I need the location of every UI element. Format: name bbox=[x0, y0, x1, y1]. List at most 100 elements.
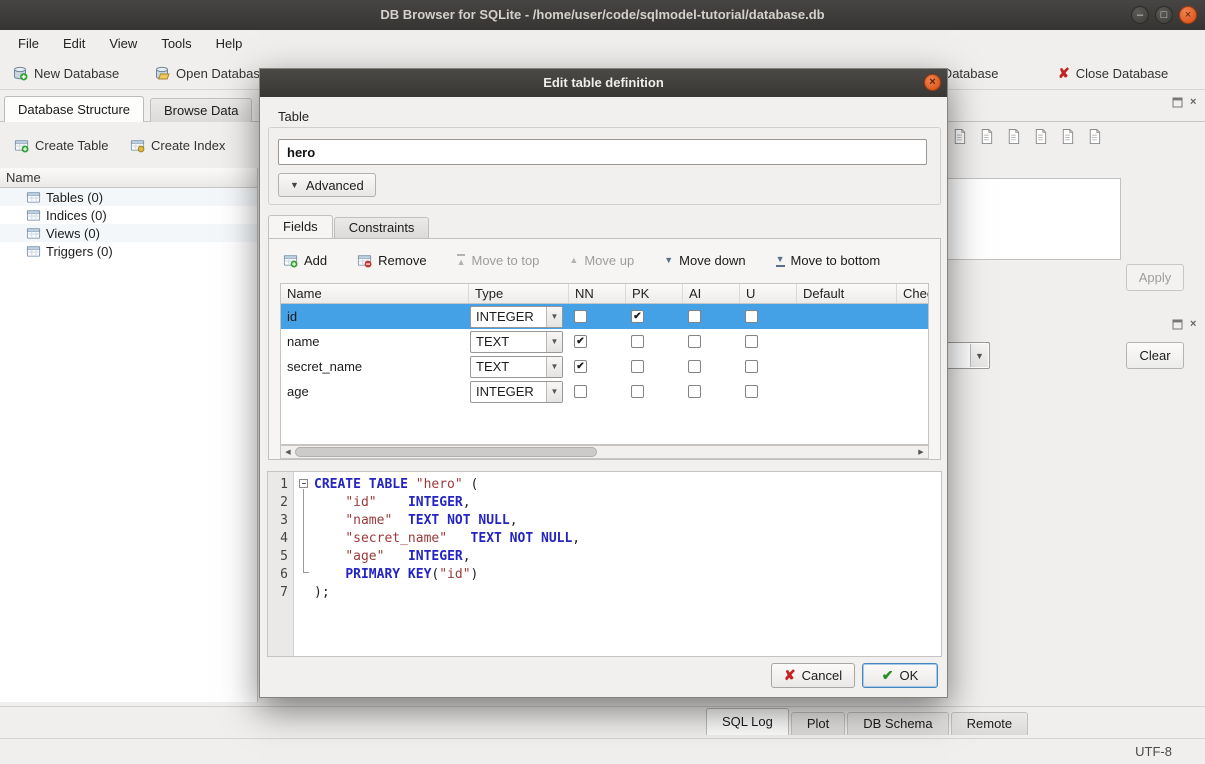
tab-browse-data[interactable]: Browse Data bbox=[150, 98, 252, 122]
action-move-down[interactable]: ▼Move down bbox=[664, 253, 745, 268]
column-header-nn[interactable]: NN bbox=[569, 284, 626, 303]
pk-checkbox[interactable] bbox=[631, 335, 644, 348]
type-select[interactable]: TEXT▼ bbox=[470, 331, 563, 353]
document-icon[interactable] bbox=[1060, 128, 1075, 145]
sql-preview[interactable]: 1234567 CREATE TABLE "hero" ( "id" INTEG… bbox=[267, 471, 942, 657]
field-row-id[interactable]: idINTEGER▼ bbox=[281, 304, 928, 329]
tree-column-header-name[interactable]: Name bbox=[0, 168, 258, 188]
bottom-tab-db-schema[interactable]: DB Schema bbox=[847, 712, 948, 735]
code-fold-icon[interactable] bbox=[299, 479, 308, 488]
open-database-button[interactable]: Open Database bbox=[148, 60, 273, 86]
tree-item-tables-0[interactable]: Tables (0) bbox=[0, 188, 257, 206]
menu-help[interactable]: Help bbox=[204, 33, 255, 54]
edit-table-definition-dialog: Edit table definition × Table ▼ Advanced… bbox=[259, 68, 948, 698]
sql-line: "secret_name" TEXT NOT NULL, bbox=[314, 530, 939, 548]
tree-item-views-0[interactable]: Views (0) bbox=[0, 224, 257, 242]
ai-checkbox[interactable] bbox=[688, 385, 701, 398]
action-move-to-bottom[interactable]: ▼Move to bottom bbox=[776, 253, 881, 268]
minimize-button[interactable]: – bbox=[1131, 6, 1149, 24]
ai-checkbox[interactable] bbox=[688, 310, 701, 323]
dialog-close-button[interactable]: × bbox=[924, 74, 941, 91]
field-row-name[interactable]: nameTEXT▼ bbox=[281, 329, 928, 354]
create-table-button[interactable]: Create Table bbox=[8, 132, 114, 158]
pk-checkbox[interactable] bbox=[631, 310, 644, 323]
u-checkbox[interactable] bbox=[745, 360, 758, 373]
nn-checkbox[interactable] bbox=[574, 360, 587, 373]
bottom-tab-remote[interactable]: Remote bbox=[951, 712, 1029, 735]
field-name-cell[interactable]: secret_name bbox=[281, 354, 469, 379]
type-select[interactable]: INTEGER▼ bbox=[470, 381, 563, 403]
dock-close-icon[interactable]: × bbox=[1190, 319, 1196, 330]
pk-checkbox[interactable] bbox=[631, 385, 644, 398]
table-name-input[interactable] bbox=[278, 139, 927, 165]
column-header-u[interactable]: U bbox=[740, 284, 797, 303]
ai-checkbox[interactable] bbox=[688, 335, 701, 348]
type-select[interactable]: TEXT▼ bbox=[470, 356, 563, 378]
bottom-tab-sql-log[interactable]: SQL Log bbox=[706, 708, 789, 735]
nn-checkbox[interactable] bbox=[574, 310, 587, 323]
dock-close-icon[interactable]: × bbox=[1190, 97, 1196, 108]
column-header-default[interactable]: Default bbox=[797, 284, 897, 303]
fields-grid: NameTypeNNPKAIUDefaultCheck idINTEGER▼na… bbox=[280, 283, 929, 445]
document-icon[interactable] bbox=[1033, 128, 1048, 145]
column-header-name[interactable]: Name bbox=[281, 284, 469, 303]
tree-item-indices-0[interactable]: Indices (0) bbox=[0, 206, 257, 224]
document-icon[interactable] bbox=[979, 128, 994, 145]
bottom-tab-plot[interactable]: Plot bbox=[791, 712, 845, 735]
menu-file[interactable]: File bbox=[6, 33, 51, 54]
column-header-ai[interactable]: AI bbox=[683, 284, 740, 303]
dialog-titlebar[interactable]: Edit table definition × bbox=[260, 69, 947, 97]
field-default-cell[interactable] bbox=[797, 304, 897, 329]
u-checkbox[interactable] bbox=[745, 310, 758, 323]
menu-edit[interactable]: Edit bbox=[51, 33, 97, 54]
window-titlebar[interactable]: DB Browser for SQLite - /home/user/code/… bbox=[0, 0, 1205, 30]
ok-button[interactable]: ✔ OK bbox=[862, 663, 938, 688]
document-icon[interactable] bbox=[1087, 128, 1102, 145]
column-header-pk[interactable]: PK bbox=[626, 284, 683, 303]
horizontal-scrollbar[interactable]: ◀ ▶ bbox=[280, 445, 929, 459]
field-type-cell: TEXT▼ bbox=[469, 354, 569, 379]
float-icon[interactable] bbox=[1172, 319, 1183, 330]
ai-checkbox[interactable] bbox=[688, 360, 701, 373]
field-default-cell[interactable] bbox=[797, 379, 897, 404]
close-database-button[interactable]: ✘ Close Database bbox=[1052, 60, 1174, 86]
nn-checkbox[interactable] bbox=[574, 385, 587, 398]
field-name-cell[interactable]: id bbox=[281, 304, 469, 329]
column-header-check[interactable]: Check bbox=[897, 284, 929, 303]
menu-view[interactable]: View bbox=[97, 33, 149, 54]
dialog-tab-constraints[interactable]: Constraints bbox=[334, 217, 430, 238]
field-name-cell[interactable]: age bbox=[281, 379, 469, 404]
create-index-button[interactable]: Create Index bbox=[124, 132, 231, 158]
scroll-right-icon[interactable]: ▶ bbox=[914, 446, 928, 458]
tree-item-triggers-0[interactable]: Triggers (0) bbox=[0, 242, 257, 260]
clear-button[interactable]: Clear bbox=[1126, 342, 1184, 369]
document-icon[interactable] bbox=[1006, 128, 1021, 145]
field-name-cell[interactable]: name bbox=[281, 329, 469, 354]
action-remove[interactable]: Remove bbox=[357, 253, 426, 268]
u-checkbox[interactable] bbox=[745, 385, 758, 398]
nn-checkbox[interactable] bbox=[574, 335, 587, 348]
action-add[interactable]: Add bbox=[283, 253, 327, 268]
tab-database-structure[interactable]: Database Structure bbox=[4, 96, 144, 122]
float-icon[interactable] bbox=[1172, 97, 1183, 108]
close-button[interactable]: × bbox=[1179, 6, 1197, 24]
dialog-tab-fields[interactable]: Fields bbox=[268, 215, 333, 238]
field-row-secret-name[interactable]: secret_nameTEXT▼ bbox=[281, 354, 928, 379]
maximize-button[interactable]: □ bbox=[1155, 6, 1173, 24]
scroll-left-icon[interactable]: ◀ bbox=[281, 446, 295, 458]
new-database-button[interactable]: New Database bbox=[6, 60, 125, 86]
field-default-cell[interactable] bbox=[797, 354, 897, 379]
pk-checkbox[interactable] bbox=[631, 360, 644, 373]
apply-button[interactable]: Apply bbox=[1126, 264, 1184, 291]
advanced-toggle-button[interactable]: ▼ Advanced bbox=[278, 173, 376, 197]
type-select[interactable]: INTEGER▼ bbox=[470, 306, 563, 328]
scrollbar-thumb[interactable] bbox=[295, 447, 597, 457]
document-icon[interactable] bbox=[952, 128, 967, 145]
field-row-age[interactable]: ageINTEGER▼ bbox=[281, 379, 928, 404]
trigger-icon bbox=[26, 244, 41, 259]
u-checkbox[interactable] bbox=[745, 335, 758, 348]
field-default-cell[interactable] bbox=[797, 329, 897, 354]
column-header-type[interactable]: Type bbox=[469, 284, 569, 303]
cancel-button[interactable]: ✘ Cancel bbox=[771, 663, 855, 688]
menu-tools[interactable]: Tools bbox=[149, 33, 203, 54]
